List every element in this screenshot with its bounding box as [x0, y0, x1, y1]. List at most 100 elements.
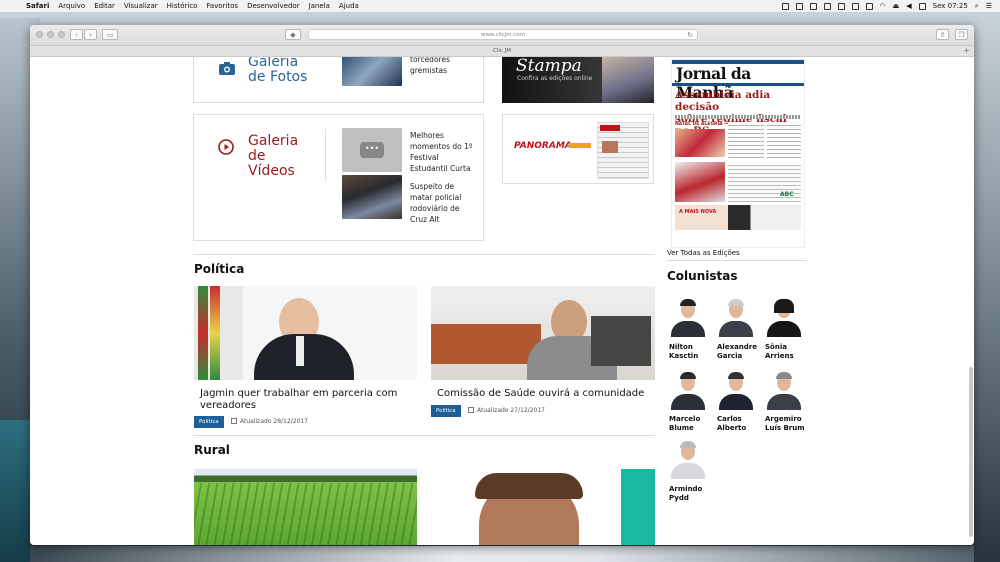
colunistas-heading[interactable]: Colunistas	[667, 269, 737, 283]
person-hair	[475, 473, 583, 499]
columnist-name-5[interactable]: Carlos Alberto	[717, 415, 746, 433]
columnist-name-2[interactable]: Alexandre Garcia	[717, 343, 757, 361]
article-2-tag[interactable]: Política	[431, 405, 461, 417]
clock-text[interactable]: Sex 07:25	[933, 0, 968, 12]
columnist-name-3[interactable]: Sônia Arriens	[765, 343, 794, 361]
sidebar-button[interactable]: ▭	[102, 29, 118, 40]
reload-icon[interactable]: ↻	[687, 30, 693, 41]
newspaper-text	[675, 115, 801, 119]
newspaper-headline-line1: Assembleia adia decisão	[675, 89, 771, 113]
zoom-button[interactable]	[58, 31, 65, 38]
evernote-icon[interactable]	[823, 2, 831, 10]
section-rule-1	[193, 254, 655, 255]
photo-gallery-box[interactable]: Galeria de Fotos torcedores gremistas	[193, 57, 484, 103]
stampa-title: Stampa	[516, 57, 582, 76]
video-caption-1[interactable]: Melhores momentos do 1º Festival Estudan…	[410, 130, 472, 174]
flag-icon[interactable]	[918, 2, 926, 10]
video-thumbnail-1[interactable]: •••	[342, 128, 402, 172]
politica-heading[interactable]: Política	[194, 262, 244, 276]
video-gallery-title-line1: Galeria	[248, 133, 299, 149]
status-area: ◠ ⏏ ◀ Sex 07:25 ⌕ ☰	[781, 0, 992, 12]
skype-icon[interactable]	[795, 2, 803, 10]
close-button[interactable]	[36, 31, 43, 38]
sidebar-rule	[667, 260, 807, 261]
cloud-icon[interactable]	[809, 2, 817, 10]
back-button[interactable]: ‹	[70, 29, 83, 40]
play-circle-icon	[218, 139, 234, 155]
volume-icon[interactable]: ◀	[906, 0, 911, 12]
desktop-snow	[30, 546, 974, 562]
person-shirt	[296, 336, 304, 366]
columnist-name-6[interactable]: Argemiro Luís Brum	[765, 415, 805, 433]
all-editions-link[interactable]: Ver Todas as Edições	[667, 249, 740, 257]
panorama-cover-logo	[600, 125, 620, 131]
video-caption-2[interactable]: Suspeito de matar policial rodoviário de…	[410, 181, 461, 225]
menu-desenvolvedor[interactable]: Desenvolvedor	[247, 0, 300, 12]
panorama-cover-photo	[602, 141, 618, 153]
columnist-avatar-6[interactable]	[764, 370, 804, 410]
calendar-icon[interactable]	[851, 2, 859, 10]
politica-image-1[interactable]	[194, 286, 417, 380]
dropbox-icon[interactable]	[781, 2, 789, 10]
tab-bar: Clic JM +	[30, 46, 974, 57]
article-2-title-line1: Comissão de Saúde ouvirá a comunidade	[437, 388, 645, 399]
menu-historico[interactable]: Histórico	[167, 0, 198, 12]
minimize-button[interactable]	[47, 31, 54, 38]
rural-image-1[interactable]	[194, 469, 417, 545]
article-1-tag[interactable]: Política	[194, 416, 224, 428]
rural-heading[interactable]: Rural	[194, 443, 230, 457]
article-1-title[interactable]: Jagmin quer trabalhar em parceria com ve…	[200, 388, 397, 412]
video-thumbnail-2[interactable]	[342, 175, 402, 219]
newspaper-promo: A MAIS NOVA	[679, 209, 717, 215]
menu-visualizar[interactable]: Visualizar	[124, 0, 158, 12]
share-icon[interactable]: ⇪	[936, 29, 949, 40]
columnist-avatar-4[interactable]	[668, 370, 708, 410]
screen-icon[interactable]	[837, 2, 845, 10]
article-2-date-text: Atualizado 27/12/2017	[477, 407, 545, 414]
photo-thumbnail[interactable]	[342, 57, 402, 86]
new-tab-icon[interactable]: +	[963, 46, 970, 56]
columnist-name-1[interactable]: Nilton Kasctin	[669, 343, 698, 361]
columnist-avatar-5[interactable]	[716, 370, 756, 410]
video-caption-2-line1: Suspeito de	[410, 182, 455, 191]
forward-button[interactable]: ›	[84, 29, 97, 40]
menu-janela[interactable]: Janela	[309, 0, 330, 12]
menu-ajuda[interactable]: Ajuda	[339, 0, 359, 12]
politica-image-2[interactable]	[431, 286, 655, 380]
video-gallery-title: Galeria de Vídeos	[248, 134, 298, 179]
menu-editar[interactable]: Editar	[94, 0, 115, 12]
newspaper-cover[interactable]: Jornal da Manhã Assembleia adia decisão …	[671, 59, 805, 248]
eject-icon[interactable]: ⏏	[893, 0, 900, 12]
video-gallery-box: Galeria de Vídeos ••• Melhores momentos …	[193, 114, 484, 241]
article-2-title[interactable]: Comissão de Saúde ouvirá a comunidade	[437, 388, 644, 400]
article-1-date: Atualizado 28/12/2017	[231, 416, 308, 428]
newspaper-photo-2	[675, 162, 725, 202]
columnist-avatar-3[interactable]	[764, 297, 804, 337]
columnist-name-7[interactable]: Armindo Pydd	[669, 485, 702, 503]
columnist-avatar-1[interactable]	[668, 297, 708, 337]
columnist-avatar-7[interactable]	[668, 439, 708, 479]
menu-favoritos[interactable]: Favoritos	[206, 0, 238, 12]
video-caption-1-line4: Estudantil Curta	[410, 164, 471, 173]
photo-caption[interactable]: torcedores gremistas	[410, 57, 450, 76]
address-bar[interactable]: www.clicjm.com ↻	[308, 29, 698, 40]
tabs-icon[interactable]: ❐	[955, 29, 968, 40]
search-icon[interactable]: ⌕	[975, 0, 979, 12]
stampa-ad[interactable]: Stampa Confira as edições online	[502, 57, 654, 103]
newspaper-rule	[672, 83, 804, 86]
menu-app[interactable]: Safari	[26, 0, 49, 12]
shield-icon[interactable]: ◆	[285, 29, 301, 40]
columnist-1-last: Kasctin	[669, 352, 699, 360]
url-text: www.clicjm.com	[480, 32, 526, 38]
list-icon[interactable]: ☰	[986, 0, 992, 12]
person-suit	[254, 334, 354, 380]
tab-title[interactable]: Clic JM	[493, 48, 511, 54]
bluetooth-icon[interactable]	[865, 2, 873, 10]
panorama-ad[interactable]: PANORAMA	[502, 114, 654, 184]
rural-image-2[interactable]	[431, 469, 655, 545]
columnist-avatar-2[interactable]	[716, 297, 756, 337]
wifi-icon[interactable]: ◠	[880, 0, 886, 12]
menu-arquivo[interactable]: Arquivo	[58, 0, 85, 12]
columnist-name-4[interactable]: Marcelo Blume	[669, 415, 700, 433]
scrollbar[interactable]	[969, 367, 973, 537]
